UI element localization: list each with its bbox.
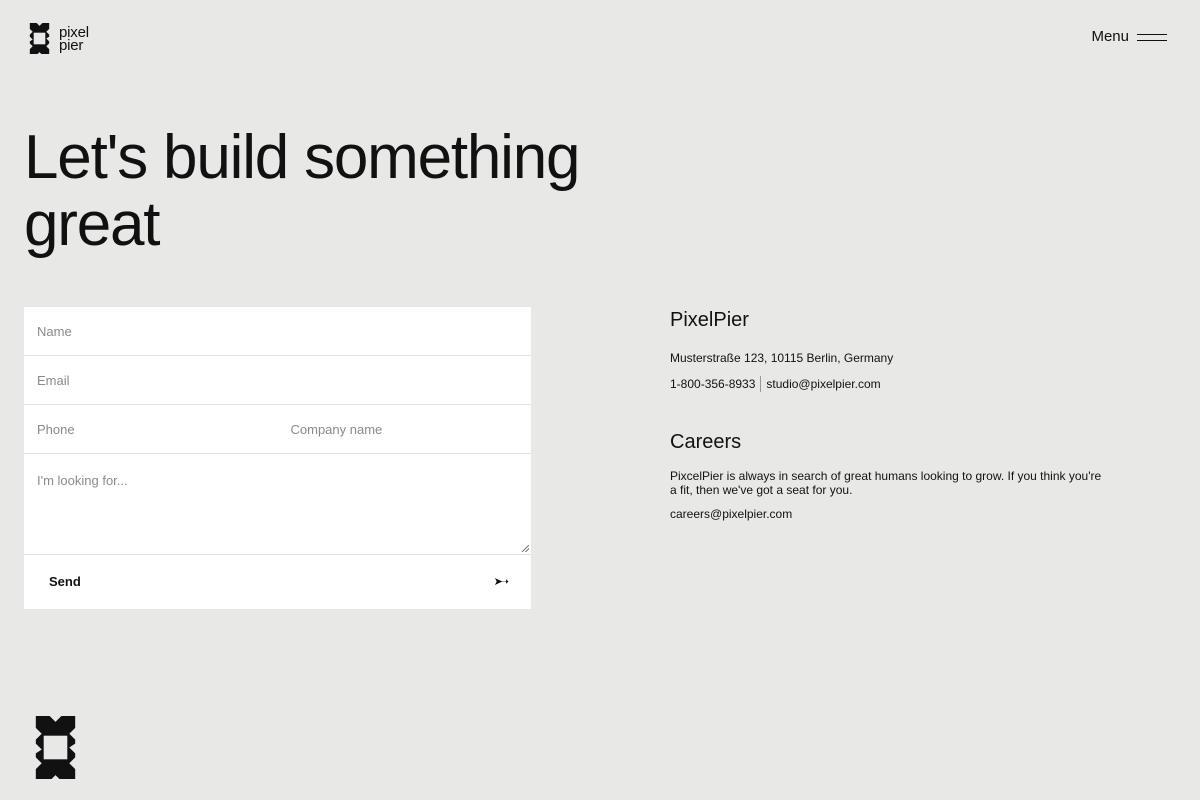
- menu-label: Menu: [1091, 28, 1129, 45]
- send-label: Send: [49, 573, 81, 589]
- send-button[interactable]: Send ➤➝: [24, 555, 531, 607]
- careers-text: PixcelPier is always in search of great …: [670, 469, 1102, 497]
- contact-line: 1-800-356-8933 studio@pixelpier.com: [670, 376, 1120, 392]
- message-row: [24, 454, 531, 555]
- phone-company-row: [24, 405, 531, 454]
- contact-form: Send ➤➝: [24, 307, 531, 609]
- phone-link[interactable]: 1-800-356-8933: [670, 377, 755, 391]
- contact-page: pixel pier Menu Let's build something gr…: [0, 0, 1200, 800]
- company-name: PixelPier: [670, 309, 749, 331]
- phone-cell: [24, 405, 278, 453]
- company-input[interactable]: [277, 405, 531, 453]
- resize-handle[interactable]: [522, 545, 529, 552]
- studio-email-link[interactable]: studio@pixelpier.com: [766, 377, 880, 391]
- email-input[interactable]: [24, 356, 531, 404]
- phone-input[interactable]: [24, 405, 278, 453]
- company-cell: [277, 405, 531, 453]
- page-title: Let's build something great: [24, 123, 581, 259]
- logo-mark-icon: [29, 23, 50, 54]
- divider: [760, 376, 762, 392]
- address: Musterstraße 123, 10115 Berlin, Germany: [670, 351, 894, 365]
- hamburger-icon: [1137, 31, 1167, 43]
- brand-logo[interactable]: pixel pier: [24, 23, 89, 54]
- careers-section: Careers PixcelPier is always in search o…: [670, 431, 1120, 521]
- contact-info: PixelPier Musterstraße 123, 10115 Berlin…: [670, 309, 1120, 521]
- brand-name: pixel pier: [59, 25, 89, 53]
- email-row: [24, 356, 531, 405]
- name-row: [24, 307, 531, 356]
- footer-logo-icon: [35, 716, 76, 779]
- arrow-right-icon: ➤➝: [493, 575, 510, 588]
- careers-title: Careers: [670, 431, 742, 453]
- menu-button[interactable]: Menu: [1091, 28, 1167, 45]
- name-input[interactable]: [24, 307, 531, 355]
- message-textarea[interactable]: [24, 454, 531, 554]
- careers-email-link[interactable]: careers@pixelpier.com: [670, 507, 1120, 521]
